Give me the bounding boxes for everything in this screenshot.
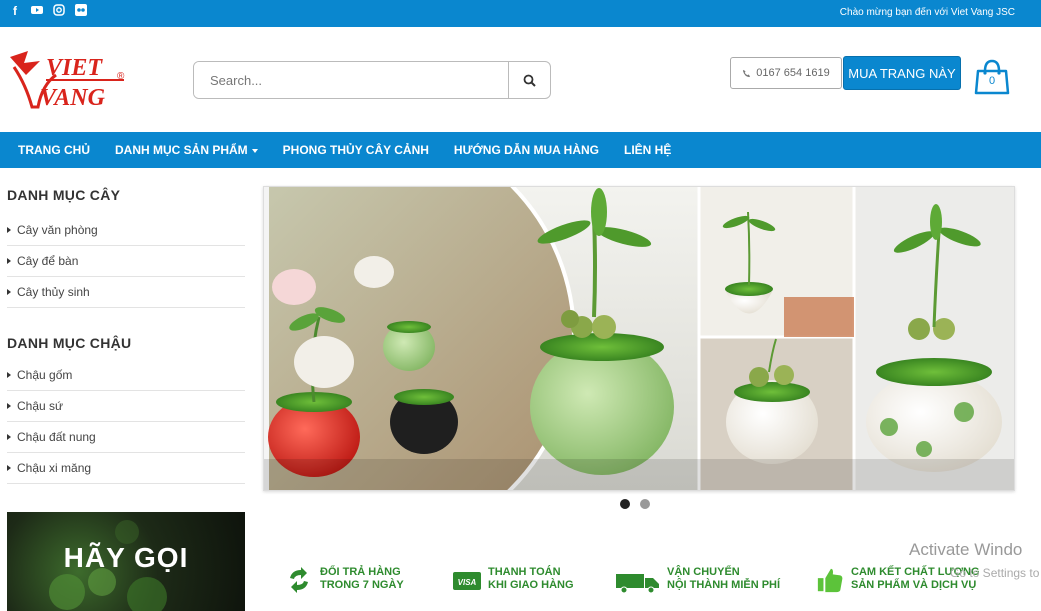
sidebar: DANH MỤC CÂY Cây văn phòng Cây để bàn Câ… xyxy=(7,168,245,484)
pot-category-title: DANH MỤC CHẬU xyxy=(7,335,132,351)
tree-category-list: Cây văn phòng Cây để bàn Cây thủy sinh xyxy=(7,215,245,308)
main-nav: TRANG CHỦ DANH MỤC SẢN PHẨM PHONG THỦY C… xyxy=(0,132,1041,168)
feature-line: ĐỔI TRẢ HÀNG xyxy=(320,566,401,578)
slider-dot-1[interactable] xyxy=(620,499,630,509)
search-input[interactable] xyxy=(194,62,508,98)
chevron-down-icon xyxy=(251,148,258,153)
feature-line: SẢN PHẨM VÀ DỊCH VỤ xyxy=(851,579,977,591)
pot-category-list: Chậu gốm Chậu sứ Chậu đất nung Chậu xi m… xyxy=(7,360,245,484)
feature-text: THANH TOÁN KHI GIAO HÀNG xyxy=(488,566,574,592)
feature-text: ĐỔI TRẢ HÀNG TRONG 7 NGÀY xyxy=(320,566,404,592)
visa-card-icon: VISA xyxy=(453,572,481,590)
feature-return: ĐỔI TRẢ HÀNG TRONG 7 NGÀY xyxy=(284,566,404,594)
sidebar-item-porcelain-pots[interactable]: Chậu sứ xyxy=(7,391,245,422)
feature-line: TRONG 7 NGÀY xyxy=(320,579,404,591)
nav-item-home[interactable]: TRANG CHỦ xyxy=(18,143,90,157)
sidebar-item-office-plants[interactable]: Cây văn phòng xyxy=(7,215,245,246)
sidebar-item-terracotta-pots[interactable]: Chậu đất nung xyxy=(7,422,245,453)
feature-line: NỘI THÀNH MIỄN PHÍ xyxy=(667,579,781,591)
slider-dot-2[interactable] xyxy=(640,499,650,509)
buy-page-button[interactable]: MUA TRANG NÀY xyxy=(843,56,961,90)
youtube-icon[interactable] xyxy=(30,4,44,18)
activate-windows-title: Activate Windo xyxy=(909,540,1023,559)
phone-icon xyxy=(743,69,751,77)
search-icon xyxy=(523,74,536,87)
social-links: f xyxy=(8,4,88,18)
feature-line: VẬN CHUYỂN xyxy=(667,566,740,578)
feature-line: THANH TOÁN xyxy=(488,566,561,578)
sidebar-item-desk-plants[interactable]: Cây để bàn xyxy=(7,246,245,277)
logo-word-viet: VIET xyxy=(46,55,103,81)
feature-text: VẬN CHUYỂN NỘI THÀNH MIỄN PHÍ xyxy=(667,566,780,592)
flickr-icon[interactable] xyxy=(74,4,88,18)
thumbs-up-icon xyxy=(817,568,843,593)
search-bar xyxy=(193,61,551,99)
facebook-icon[interactable]: f xyxy=(8,4,22,18)
call-promo-banner[interactable]: HÃY GỌI xyxy=(7,512,245,611)
header: VIET VANG ® 0167 654 1619 MUA TRANG NÀY … xyxy=(0,27,1041,132)
feature-shipping: VẬN CHUYỂN NỘI THÀNH MIỄN PHÍ xyxy=(615,566,780,594)
cart-count: 0 xyxy=(988,75,996,87)
nav-item-label: DANH MỤC SẢN PHẨM xyxy=(115,143,248,157)
phone-button[interactable]: 0167 654 1619 xyxy=(730,57,842,89)
sidebar-item-cement-pots[interactable]: Chậu xi măng xyxy=(7,453,245,484)
return-arrows-icon xyxy=(290,567,308,593)
service-features: ĐỔI TRẢ HÀNG TRONG 7 NGÀY VISA THANH TOÁ… xyxy=(280,560,1040,611)
sidebar-item-ceramic-pots[interactable]: Chậu gốm xyxy=(7,360,245,391)
instagram-icon[interactable] xyxy=(52,4,66,18)
nav-item-product-categories[interactable]: DANH MỤC SẢN PHẨM xyxy=(115,143,258,157)
cart-button[interactable]: 0 xyxy=(972,57,1012,97)
delivery-truck-icon xyxy=(616,574,659,594)
top-bar: f Chào mừng bạn đến với Viet Vang JSC xyxy=(0,0,1041,27)
welcome-text: Chào mừng bạn đến với Viet Vang JSC xyxy=(839,7,1015,18)
activate-windows-subtitle: Go to Settings to act xyxy=(950,566,1041,580)
promo-text: HÃY GỌI xyxy=(63,542,189,573)
site-logo[interactable]: VIET VANG ® xyxy=(6,45,132,115)
hero-slider[interactable] xyxy=(263,186,1015,491)
svg-text:VISA: VISA xyxy=(458,578,477,587)
logo-word-vang: VANG xyxy=(40,85,106,111)
feature-payment: VISA THANH TOÁN KHI GIAO HÀNG xyxy=(452,566,574,594)
slider-pagination xyxy=(620,499,650,509)
nav-item-feng-shui[interactable]: PHONG THỦY CÂY CẢNH xyxy=(283,143,429,157)
sidebar-item-aquatic-plants[interactable]: Cây thủy sinh xyxy=(7,277,245,308)
hero-slide-image xyxy=(264,187,1014,490)
search-button[interactable] xyxy=(508,62,550,98)
nav-item-contact[interactable]: LIÊN HỆ xyxy=(624,143,671,157)
feature-line: KHI GIAO HÀNG xyxy=(488,579,574,591)
nav-item-buying-guide[interactable]: HƯỚNG DẪN MUA HÀNG xyxy=(454,143,599,157)
phone-number: 0167 654 1619 xyxy=(756,67,830,79)
tree-category-title: DANH MỤC CÂY xyxy=(7,187,121,203)
